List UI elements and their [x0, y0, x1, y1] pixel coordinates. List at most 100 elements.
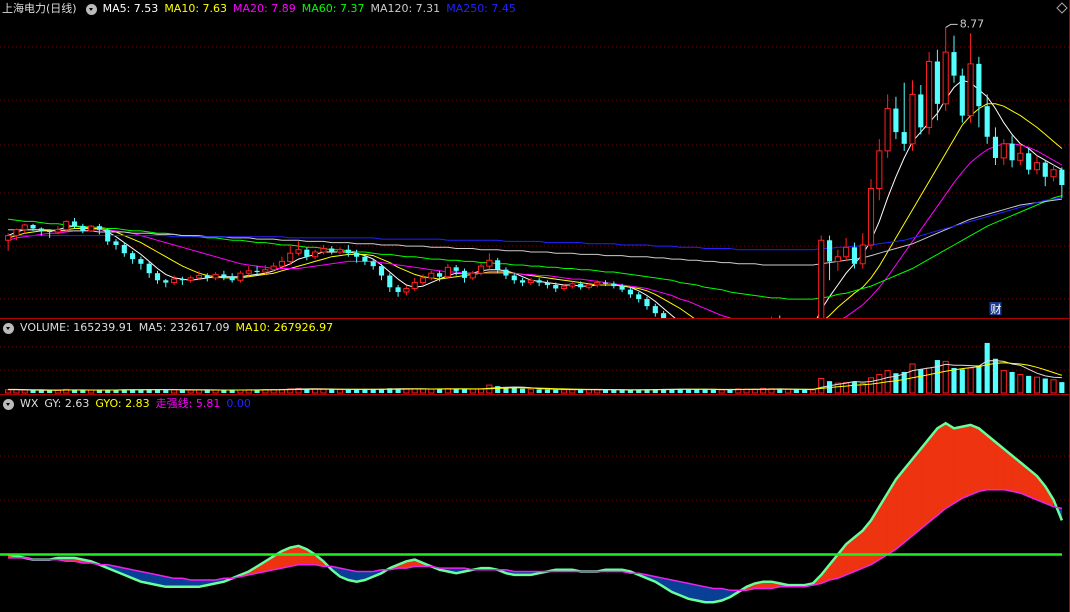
price-panel: 上海电力(日线) MA5: 7.53 MA10: 7.63 MA20: 7.89 MA… [0, 0, 1070, 318]
candle-body [495, 260, 501, 270]
candle-body [934, 61, 940, 104]
volume-bar [428, 388, 435, 394]
volume-bar [553, 389, 559, 393]
candle [1000, 139, 1007, 165]
wx-title: WX [20, 397, 39, 410]
candle-body [909, 93, 916, 145]
candle-body [876, 150, 883, 190]
candle-body [121, 244, 127, 254]
candle [113, 239, 119, 250]
candle [611, 281, 617, 289]
price-chart[interactable]: 8.776.53财 [0, 0, 1070, 318]
candle [1009, 135, 1015, 168]
candle [1026, 148, 1032, 175]
candle-body [312, 251, 319, 258]
volume-bar [602, 389, 609, 393]
volume-bar [21, 389, 28, 394]
candle-body [221, 274, 227, 277]
candle [652, 303, 658, 317]
candle-body [893, 108, 899, 133]
volume-bar [560, 389, 568, 394]
volume-bar [793, 389, 799, 393]
candle-body [1059, 169, 1065, 185]
candle-body [503, 269, 509, 276]
volume-bar [54, 389, 62, 394]
volume-bar [354, 389, 360, 393]
wx-indicator-chart[interactable] [0, 395, 1070, 612]
volume-options-dropdown-icon[interactable] [3, 322, 14, 334]
candle-body [553, 284, 559, 289]
candle-body [229, 276, 235, 281]
indicator-gyo: GYO: 2.83 [95, 397, 150, 410]
candle [627, 287, 633, 298]
candle [287, 244, 294, 265]
wx-panel: WX GY: 2.63 GYO: 2.83 走强线: 5.81 0.00 [0, 395, 1070, 612]
candle-body [336, 249, 344, 253]
indicator-ma5: MA5: 232617.09 [138, 321, 230, 334]
candle-body [901, 132, 907, 144]
volume-bar [453, 388, 459, 393]
volume-bar [918, 369, 924, 393]
candle-body [13, 229, 20, 237]
volume-bar [1050, 379, 1057, 394]
candle-body [1009, 143, 1015, 161]
candle-body [47, 230, 53, 233]
volume-bar [851, 381, 858, 393]
candle-body [560, 285, 568, 289]
candle-body [1000, 143, 1007, 159]
bull-area [920, 437, 930, 530]
candle-body [419, 277, 427, 284]
volume-bar [229, 390, 235, 393]
candle [918, 85, 924, 135]
candle-body [636, 294, 642, 300]
candle-body [594, 282, 601, 286]
bull-area [903, 458, 913, 544]
wx-options-dropdown-icon[interactable] [3, 398, 14, 410]
candle [495, 257, 501, 274]
candle [237, 270, 244, 283]
candle-body [453, 267, 459, 271]
bull-area [953, 426, 963, 504]
ma-line-ma20 [7, 143, 1063, 318]
candle-body [585, 284, 593, 288]
bull-area [970, 424, 980, 496]
candle-body [477, 265, 485, 274]
candle-body [329, 248, 335, 253]
candle-body [138, 259, 144, 264]
volume-bar [437, 389, 443, 393]
indicator-volume: VOLUME: 165239.91 [20, 321, 133, 334]
candle [121, 242, 127, 257]
candle [304, 247, 310, 261]
candle [569, 281, 576, 289]
volume-bar [718, 389, 725, 394]
volume-bar [179, 390, 185, 393]
candle [21, 223, 28, 234]
candle-body [569, 283, 576, 287]
candle [503, 267, 509, 280]
candle-body [287, 252, 294, 262]
candle [909, 80, 916, 151]
candle-body [113, 241, 119, 245]
candle-body [370, 261, 376, 267]
candle-body [63, 220, 70, 231]
volume-bar [843, 381, 850, 394]
volume-bar [876, 374, 883, 394]
candle [221, 270, 227, 281]
candle-body [187, 277, 194, 281]
candle-body [511, 275, 517, 281]
candle [403, 286, 410, 296]
event-badge-text: 财 [990, 302, 1001, 316]
candle-body [1026, 153, 1032, 170]
candle [444, 263, 451, 280]
candle-body [270, 265, 277, 271]
candle-body [469, 272, 476, 279]
volume-bar [809, 389, 817, 394]
candle [378, 263, 385, 281]
volume-bar [784, 388, 792, 394]
candle-body [362, 256, 368, 262]
bear-area [704, 586, 714, 603]
candle [105, 228, 111, 245]
candle [229, 273, 235, 283]
volume-bar [527, 388, 534, 394]
candle-body [859, 244, 866, 265]
